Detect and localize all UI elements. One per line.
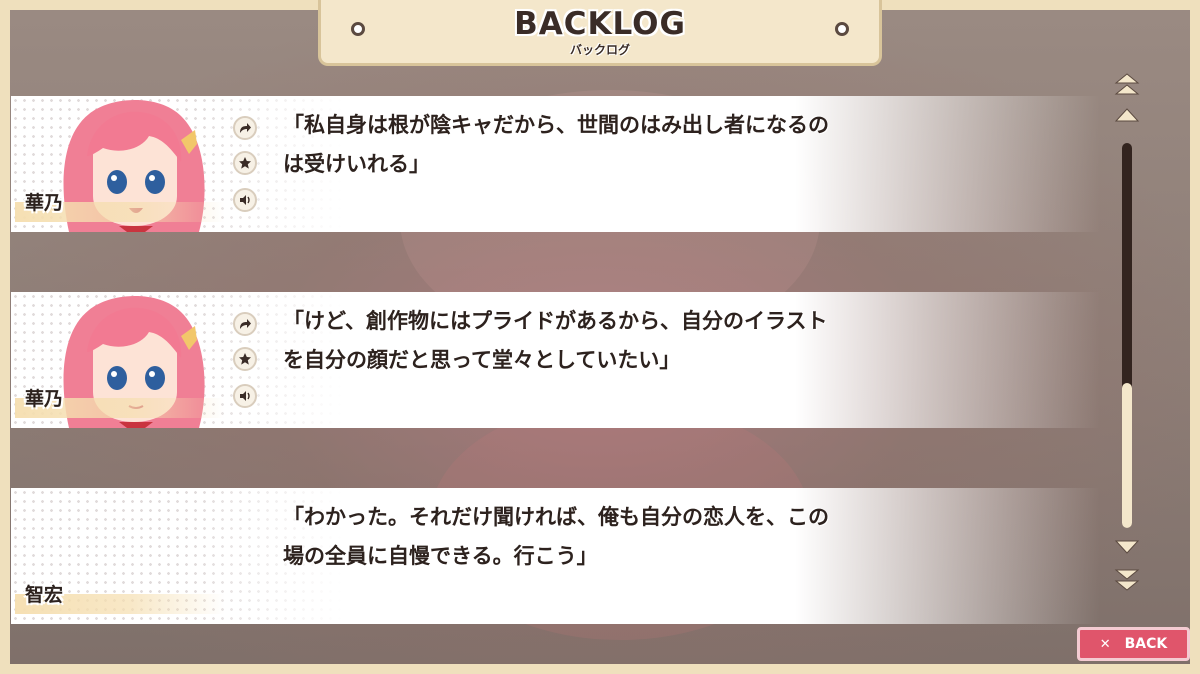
speaker-name: 華乃 bbox=[25, 192, 64, 214]
jump-arrow-icon[interactable] bbox=[233, 312, 257, 336]
page-subtitle: バックログ bbox=[569, 43, 630, 57]
dialogue-line: は受けいれる」 bbox=[283, 152, 430, 176]
backlog-entry: 華乃 「けど、創作物にはプライドがあるから、自分のイラスト を自分の顔だと思って… bbox=[11, 292, 1100, 428]
backlog-entry: 智宏 「わかった。それだけ聞ければ、俺も自分の恋人を、この 場の全員に自慢できる… bbox=[11, 488, 1100, 624]
page-title: BACKLOG bbox=[514, 6, 686, 42]
double-chevron-up-icon[interactable] bbox=[1114, 72, 1140, 98]
double-chevron-down-icon[interactable] bbox=[1114, 566, 1140, 592]
dialogue-line: を自分の顔だと思って堂々としていたい」 bbox=[283, 348, 681, 372]
dialogue-line: 「けど、創作物にはプライドがあるから、自分のイラスト bbox=[283, 309, 828, 333]
chevron-up-icon[interactable] bbox=[1114, 106, 1140, 124]
close-icon: ✕ bbox=[1099, 636, 1111, 652]
backlog-header: BACKLOG バックログ bbox=[318, 0, 882, 66]
scrollbar-thumb[interactable] bbox=[1122, 383, 1132, 528]
speaker-icon[interactable] bbox=[233, 188, 257, 212]
star-icon[interactable] bbox=[233, 347, 257, 371]
speaker-name: 華乃 bbox=[25, 388, 64, 410]
speaker-name: 智宏 bbox=[25, 584, 64, 606]
dialogue-line: 「わかった。それだけ聞ければ、俺も自分の恋人を、この bbox=[283, 505, 829, 529]
backlog-entry: 華乃 「私自身は根が陰キャだから、世間のはみ出し者になるの は受けいれる」 bbox=[11, 96, 1100, 232]
back-button[interactable]: ✕ BACK bbox=[1077, 627, 1190, 661]
scrollbar-track[interactable] bbox=[1122, 143, 1132, 528]
star-icon[interactable] bbox=[233, 151, 257, 175]
dialogue-line: 「私自身は根が陰キャだから、世間のはみ出し者になるの bbox=[283, 113, 829, 137]
back-button-label: BACK bbox=[1124, 636, 1168, 652]
chevron-down-icon[interactable] bbox=[1114, 538, 1140, 556]
jump-arrow-icon[interactable] bbox=[233, 116, 257, 140]
speaker-icon[interactable] bbox=[233, 384, 257, 408]
dialogue-line: 場の全員に自慢できる。行こう」 bbox=[283, 544, 598, 568]
